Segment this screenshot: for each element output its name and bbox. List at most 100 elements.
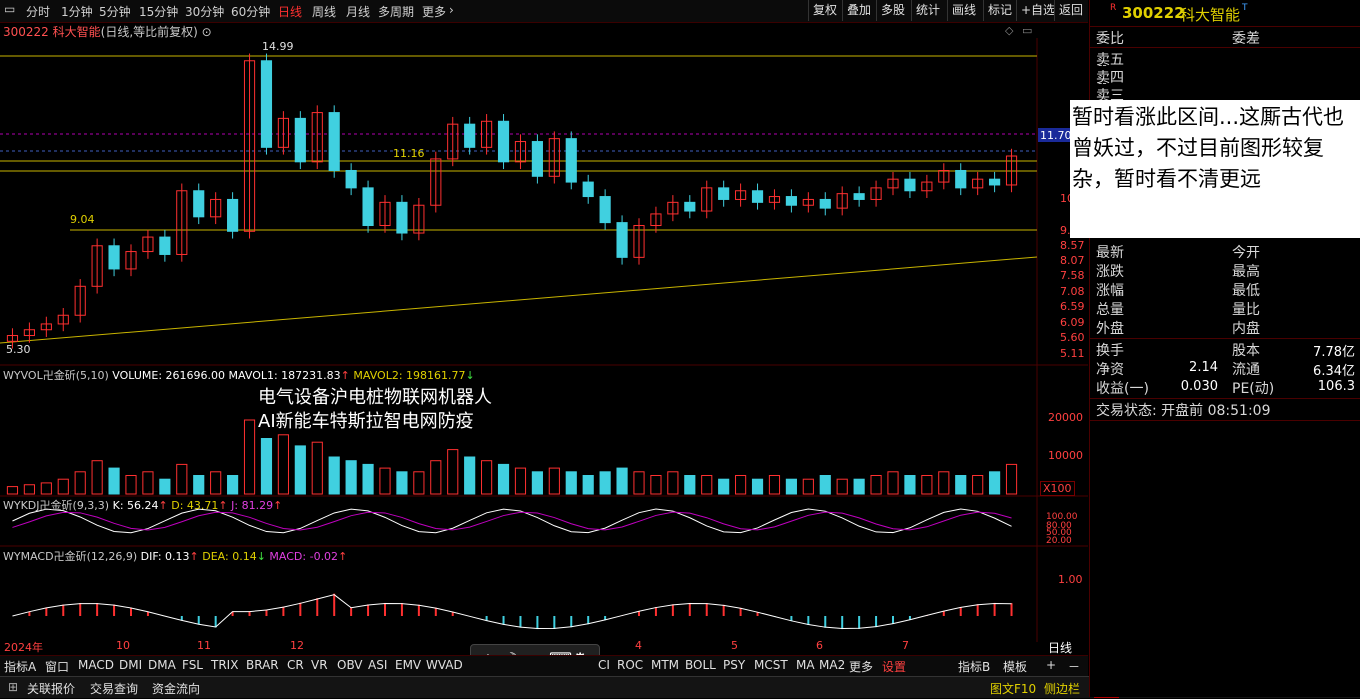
trend-line bbox=[0, 257, 1037, 343]
ci-tab[interactable]: CI bbox=[598, 658, 610, 672]
vr-tab[interactable]: VR bbox=[311, 658, 328, 672]
t-mark: T bbox=[1242, 3, 1248, 13]
dash-placeholder: -- bbox=[1098, 76, 1107, 90]
boll-tab[interactable]: BOLL bbox=[685, 658, 716, 672]
macd-bar bbox=[587, 616, 589, 624]
period-60min[interactable]: 60分钟 bbox=[231, 3, 270, 20]
kdj-k: K: 56.24 bbox=[113, 499, 159, 512]
volume-label: 总量 bbox=[1096, 299, 1124, 319]
more-tab[interactable]: 更多 bbox=[849, 658, 873, 675]
annotation-line-2: AI新能车特斯拉智电网防疫 bbox=[258, 410, 474, 433]
period-5min[interactable]: 5分钟 bbox=[99, 3, 131, 20]
volume-bar bbox=[973, 476, 983, 495]
mavol1-value: MAVOL1: 187231.83 bbox=[229, 369, 341, 382]
period-monthly[interactable]: 月线 bbox=[346, 3, 370, 20]
line-type-label[interactable]: 日线 bbox=[1048, 639, 1072, 656]
back-button[interactable]: 返回 bbox=[1054, 0, 1087, 21]
multi-stock-button[interactable]: 多股 bbox=[876, 0, 909, 21]
indicator-b-tab[interactable]: 指标B bbox=[958, 658, 990, 675]
dma-tab[interactable]: DMA bbox=[148, 658, 176, 672]
macd-bar bbox=[401, 603, 403, 616]
macd-bar bbox=[282, 607, 284, 616]
macd-tick: 1.00 bbox=[1058, 573, 1083, 586]
period-1min[interactable]: 1分钟 bbox=[61, 3, 93, 20]
wvad-tab[interactable]: WVAD bbox=[426, 658, 463, 672]
panel-stock-code: 300222 bbox=[1122, 4, 1185, 22]
indicator-a-tab[interactable]: 指标A bbox=[4, 658, 36, 675]
settings-tab[interactable]: 设置 bbox=[882, 658, 906, 675]
period-multi[interactable]: 多周期 bbox=[378, 3, 414, 20]
trade-query-tab[interactable]: 交易查询 bbox=[90, 680, 138, 697]
weicha-label: 委差 bbox=[1232, 28, 1260, 48]
volume-bar bbox=[143, 472, 153, 494]
template-tab[interactable]: 模板 bbox=[1003, 658, 1027, 675]
volume-bar bbox=[329, 457, 339, 494]
stats-button[interactable]: 统计 bbox=[911, 0, 944, 21]
ma-tab[interactable]: MA bbox=[796, 658, 815, 672]
related-quote-tab[interactable]: 关联报价 bbox=[27, 680, 75, 697]
trix-tab[interactable]: TRIX bbox=[211, 658, 238, 672]
period-15min[interactable]: 15分钟 bbox=[139, 3, 178, 20]
axis-label: 6.09 bbox=[1060, 316, 1085, 329]
period-daily[interactable]: 日线 bbox=[278, 3, 302, 20]
eps-label: 收益(一) bbox=[1096, 378, 1149, 398]
screen-icon[interactable]: ▭ bbox=[4, 2, 15, 16]
share-cap-label: 股本 bbox=[1232, 340, 1260, 360]
zoom-out-button[interactable]: － bbox=[1068, 658, 1080, 675]
indicator-bar: 指标A 窗口 MACD DMI DMA FSL TRIX BRAR CR VR … bbox=[0, 655, 1088, 676]
asi-tab[interactable]: ASI bbox=[368, 658, 387, 672]
overlay-button[interactable]: 叠加 bbox=[842, 0, 875, 21]
dmi-tab[interactable]: DMI bbox=[119, 658, 142, 672]
macd-bar bbox=[113, 605, 115, 616]
period-weekly[interactable]: 周线 bbox=[312, 3, 336, 20]
volume-bar bbox=[532, 472, 542, 494]
macd-bar bbox=[519, 616, 521, 628]
cr-tab[interactable]: CR bbox=[287, 658, 304, 672]
candle bbox=[719, 188, 729, 200]
draw-line-button[interactable]: 画线 bbox=[947, 0, 980, 21]
fsl-tab[interactable]: FSL bbox=[182, 658, 203, 672]
fuquan-button[interactable]: 复权 bbox=[808, 0, 841, 21]
add-watchlist-button[interactable]: +自选 bbox=[1016, 0, 1059, 21]
expand-icon[interactable]: ⊞ bbox=[8, 680, 18, 694]
macd-bar bbox=[350, 607, 352, 616]
volume-bar bbox=[786, 479, 796, 494]
vol-name: WYVOL卍金斫(5,10) bbox=[3, 369, 109, 382]
period-fenshi[interactable]: 分时 bbox=[26, 3, 50, 20]
window-tab[interactable]: 窗口 bbox=[45, 658, 69, 675]
date-label: 10 bbox=[116, 639, 130, 652]
sidebar-button[interactable]: 侧边栏 bbox=[1044, 680, 1080, 697]
volume-bar bbox=[803, 479, 813, 494]
mcst-tab[interactable]: MCST bbox=[754, 658, 788, 672]
f10-button[interactable]: 图文F10 bbox=[990, 680, 1036, 697]
chevron-right-icon[interactable]: › bbox=[449, 3, 454, 17]
dropdown-icon[interactable]: ⊙ bbox=[202, 25, 212, 39]
emv-tab[interactable]: EMV bbox=[395, 658, 421, 672]
open-label: 今开 bbox=[1232, 242, 1260, 262]
mtm-tab[interactable]: MTM bbox=[651, 658, 679, 672]
period-more[interactable]: 更多 bbox=[422, 3, 446, 20]
mark-button[interactable]: 标记 bbox=[983, 0, 1016, 21]
roc-tab[interactable]: ROC bbox=[617, 658, 643, 672]
diamond-icon[interactable]: ◇ bbox=[1005, 24, 1013, 37]
vol-unit: X100 bbox=[1040, 481, 1075, 496]
candle bbox=[329, 113, 339, 171]
psy-tab[interactable]: PSY bbox=[723, 658, 745, 672]
macd-tab[interactable]: MACD bbox=[78, 658, 114, 672]
zoom-in-button[interactable]: + bbox=[1046, 658, 1056, 672]
volume-bar bbox=[278, 435, 288, 494]
pct-label: 涨幅 bbox=[1096, 280, 1124, 300]
volume-bar bbox=[414, 472, 424, 494]
window-icon[interactable]: ▭ bbox=[1022, 24, 1032, 37]
obv-tab[interactable]: OBV bbox=[337, 658, 363, 672]
ma2-tab[interactable]: MA2 bbox=[819, 658, 845, 672]
float-label: 流通 bbox=[1232, 359, 1260, 379]
net-asset-label: 净资 bbox=[1096, 359, 1124, 379]
fund-flow-tab[interactable]: 资金流向 bbox=[152, 680, 200, 697]
volume-bar bbox=[244, 420, 254, 494]
volume-bar bbox=[905, 476, 915, 495]
period-30min[interactable]: 30分钟 bbox=[185, 3, 224, 20]
mavol2-value: MAVOL2: 198161.77 bbox=[353, 369, 465, 382]
brar-tab[interactable]: BRAR bbox=[246, 658, 279, 672]
macd-bar bbox=[418, 605, 420, 616]
